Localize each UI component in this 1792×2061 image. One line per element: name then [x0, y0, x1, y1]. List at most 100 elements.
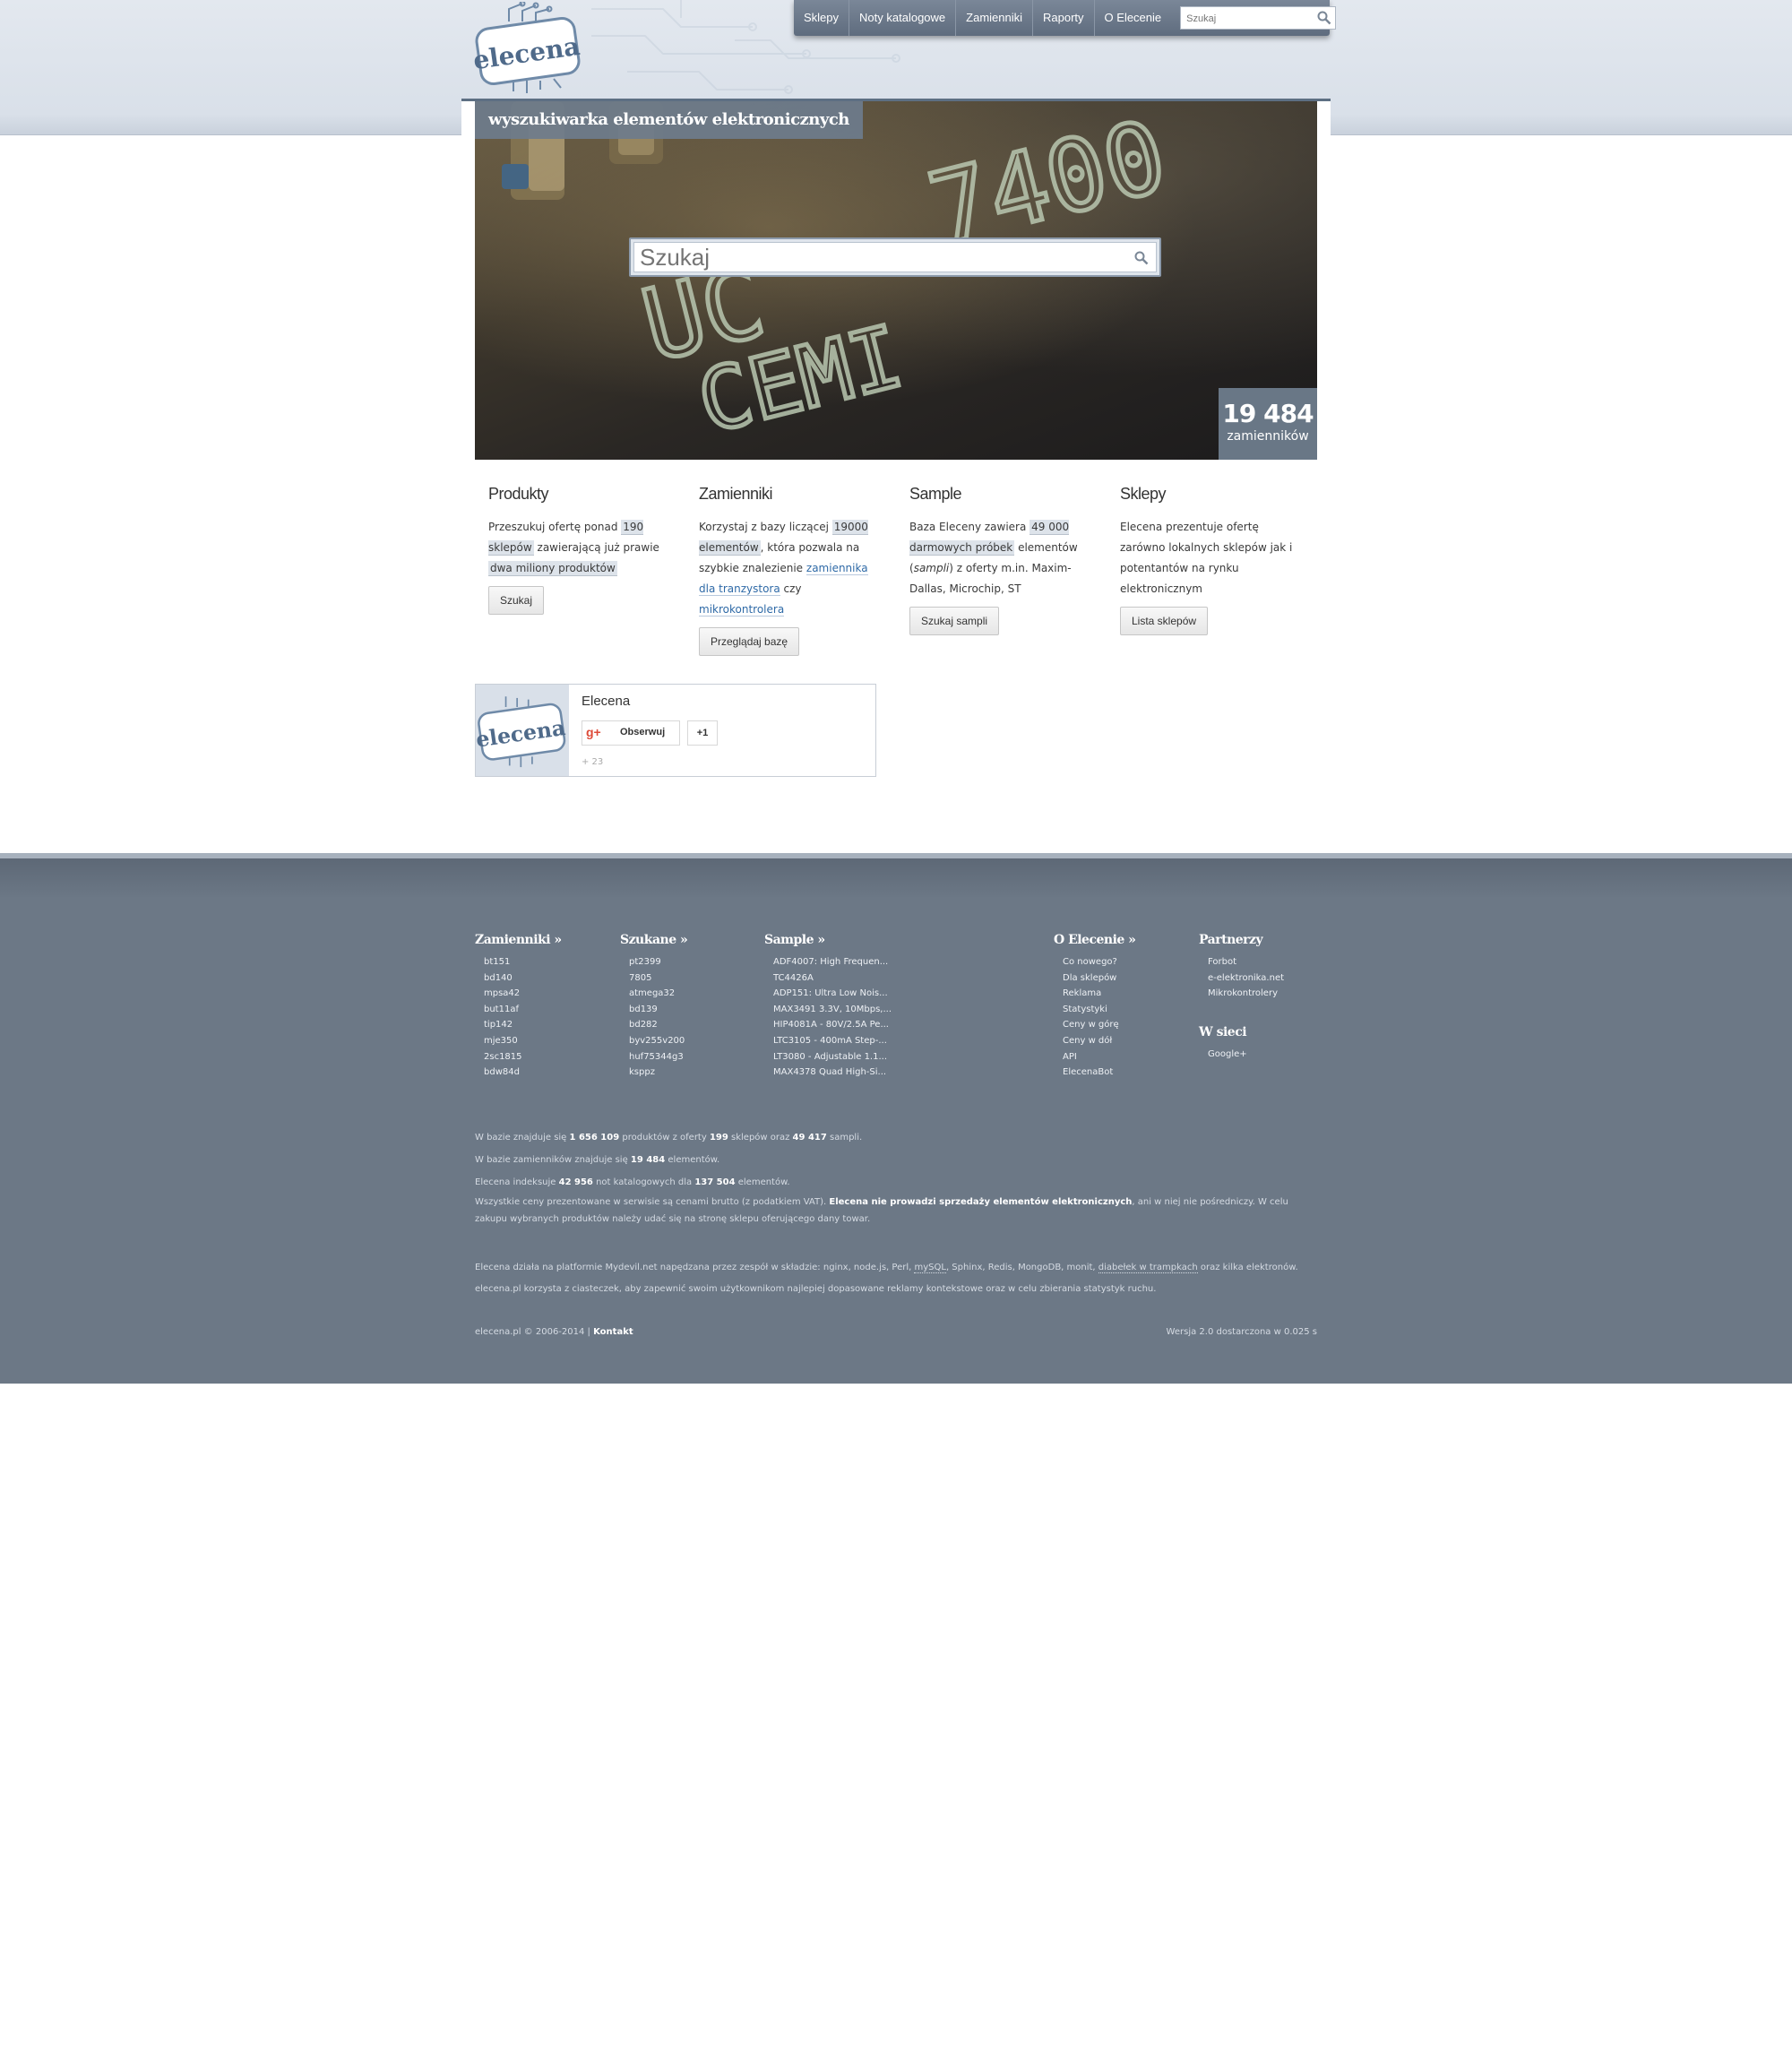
footer-link[interactable]: atmega32 [629, 986, 687, 1002]
feature-text: Przeszukuj ofertę ponad 190 sklepów zawi… [488, 520, 659, 576]
footer-column-o-elecenie: O Elecenie » Co nowego? Dla sklepów Rekl… [1054, 933, 1136, 1081]
footer-link[interactable]: byv255v200 [629, 1033, 687, 1049]
footer-stats: W bazie znajduje się 1 656 109 produktów… [475, 1129, 1317, 1228]
nav-item-o-elecenie[interactable]: O Elecenie [1095, 0, 1172, 36]
nav-item-zamienniki[interactable]: Zamienniki [956, 0, 1034, 36]
footer-column-title[interactable]: Szukane » [620, 933, 688, 947]
footer-link[interactable]: mje350 [484, 1033, 562, 1049]
footer-link[interactable]: 2sc1815 [484, 1049, 562, 1065]
copyright: elecena.pl © 2006-2014 | Kontakt [475, 1327, 633, 1337]
footer-link[interactable]: Reklama [1063, 986, 1135, 1002]
hero-search-input[interactable] [633, 242, 1157, 272]
footer-link[interactable]: tip142 [484, 1017, 562, 1033]
footer-link[interactable]: Google+ [1208, 1047, 1284, 1063]
footer-column-szukane: Szukane » pt2399 7805 atmega32 bd139 bd2… [620, 933, 688, 1081]
chip-photo: 7400 UC CEMI [502, 101, 1179, 455]
footer-link[interactable]: ADF4007: High Frequen... [773, 954, 892, 970]
version-info: Wersja 2.0 dostarczona w 0.025 s [1166, 1327, 1317, 1337]
footer-column-zamienniki: Zamienniki » bt151 bd140 mpsa42 but11af … [475, 933, 562, 1081]
feature-title: Sklepy [1120, 485, 1167, 503]
footer-link[interactable]: LT3080 - Adjustable 1.1... [773, 1049, 892, 1065]
footer-column-title[interactable]: O Elecenie » [1054, 933, 1136, 947]
top-search-box [1180, 6, 1337, 30]
contact-link[interactable]: Kontakt [593, 1327, 633, 1337]
gplus-page-name[interactable]: Elecena [582, 694, 630, 709]
gplus-plusone-button[interactable]: +1 [687, 720, 718, 746]
footer: Zamienniki » bt151 bd140 mpsa42 but11af … [0, 853, 1792, 1384]
browse-database-button[interactable]: Przeglądaj bazę [699, 627, 800, 656]
footer-link[interactable]: Ceny w górę [1063, 1017, 1135, 1033]
footer-link[interactable]: but11af [484, 1002, 562, 1018]
footer-shade [0, 858, 1792, 899]
shop-list-button[interactable]: Lista sklepów [1120, 607, 1209, 635]
avatar: elecena [474, 685, 569, 776]
footer-link[interactable]: bd139 [629, 1002, 687, 1018]
footer-tech: Elecena działa na platformie Mydevil.net… [475, 1259, 1317, 1298]
feature-text: Baza Eleceny zawiera 49 000 darmowych pr… [909, 520, 1078, 595]
counter-value: 19 484 [1222, 399, 1314, 428]
hero-banner: 7400 UC CEMI wyszukiwarka elementów elek… [475, 101, 1317, 460]
nav-item-sklepy[interactable]: Sklepy [794, 0, 850, 36]
feature-text: Korzystaj z bazy liczącej 19000 elementó… [699, 520, 868, 617]
logo-chip-icon: elecena [471, 0, 582, 93]
footer-link[interactable]: e-elektronika.net [1208, 970, 1284, 987]
follow-label: Obserwuj [620, 727, 666, 737]
footer-column-sample: Sample » ADF4007: High Frequen... TC4426… [764, 933, 892, 1081]
footer-link[interactable]: Ceny w dół [1063, 1033, 1135, 1049]
nav-item-raporty[interactable]: Raporty [1033, 0, 1095, 36]
footer-link[interactable]: Co nowego? [1063, 954, 1135, 970]
footer-link[interactable]: bd282 [629, 1017, 687, 1033]
footer-link[interactable]: MAX3491 3.3V, 10Mbps,... [773, 1002, 892, 1018]
hero-tagline: wyszukiwarka elementów elektronicznych [475, 101, 863, 139]
hero-search-box [629, 237, 1161, 277]
feature-sklepy: Sklepy Elecena prezentuje ofertę zarówno… [1120, 484, 1304, 635]
footer-link[interactable]: MAX4378 Quad High-Si... [773, 1065, 892, 1081]
feature-title: Sample [909, 485, 962, 503]
footer-link[interactable]: 7805 [629, 970, 687, 987]
footer-column-title[interactable]: Sample » [764, 933, 892, 947]
top-search-input[interactable] [1185, 8, 1332, 30]
diabelek-link[interactable]: diabełek w trampkach [1098, 1263, 1198, 1273]
footer-link[interactable]: Dla sklepów [1063, 970, 1135, 987]
footer-column-title[interactable]: Zamienniki » [475, 933, 562, 947]
feature-title: Produkty [488, 485, 549, 503]
top-navigation: Sklepy Noty katalogowe Zamienniki Raport… [794, 0, 1337, 36]
microcontroller-link[interactable]: mikrokontrolera [699, 603, 785, 617]
google-plus-icon: g+ [586, 725, 601, 739]
search-icon[interactable] [1317, 11, 1331, 25]
footer-link[interactable]: bdw84d [484, 1065, 562, 1081]
footer-link[interactable]: LTC3105 - 400mA Step-... [773, 1033, 892, 1049]
footer-link[interactable]: TC4426A [773, 970, 892, 987]
gplus-follower-count: + 23 [582, 757, 604, 767]
search-icon[interactable] [1134, 251, 1149, 265]
footer-link[interactable]: ksppz [629, 1065, 687, 1081]
feature-produkty: Produkty Przeszukuj ofertę ponad 190 skl… [488, 484, 672, 615]
search-samples-button[interactable]: Szukaj sampli [909, 607, 1000, 635]
tech-stack: Elecena działa na platformie Mydevil.net… [475, 1263, 1298, 1273]
logo[interactable]: elecena [471, 0, 584, 97]
footer-column-title: W sieci [1199, 1024, 1247, 1039]
footer-link[interactable]: bd140 [484, 970, 562, 987]
footer-link[interactable]: bt151 [484, 954, 562, 970]
nav-item-noty-katalogowe[interactable]: Noty katalogowe [849, 0, 957, 36]
footer-link[interactable]: API [1063, 1049, 1135, 1065]
footer-link[interactable]: Statystyki [1063, 1002, 1135, 1018]
footer-link[interactable]: Forbot [1208, 954, 1284, 970]
footer-column-title: Partnerzy [1199, 933, 1263, 947]
gplus-follow-button[interactable]: g+ Obserwuj [582, 720, 680, 746]
logo-chip-icon: elecena [474, 696, 567, 768]
footer-link[interactable]: ElecenaBot [1063, 1065, 1135, 1081]
footer-column-partnerzy: Partnerzy Forbot e-elektronika.net Mikro… [1199, 933, 1284, 1062]
feature-zamienniki: Zamienniki Korzystaj z bazy liczącej 190… [699, 484, 883, 656]
footer-link[interactable]: Mikrokontrolery [1208, 986, 1284, 1002]
stats-replacements: W bazie zamienników znajduje się 19 484 … [475, 1155, 720, 1165]
footer-link[interactable]: mpsa42 [484, 986, 562, 1002]
footer-link[interactable]: ADP151: Ultra Low Nois... [773, 986, 892, 1002]
search-products-button[interactable]: Szukaj [488, 586, 545, 615]
footer-link[interactable]: huf75344g3 [629, 1049, 687, 1065]
stats-datasheets: Elecena indeksuje 42 956 not katalogowyc… [475, 1177, 790, 1187]
prices-disclaimer: Wszystkie ceny prezentowane w serwisie s… [475, 1197, 1288, 1224]
footer-link[interactable]: pt2399 [629, 954, 687, 970]
stats-products: W bazie znajduje się 1 656 109 produktów… [475, 1133, 863, 1143]
footer-link[interactable]: HIP4081A - 80V/2.5A Pe... [773, 1017, 892, 1033]
